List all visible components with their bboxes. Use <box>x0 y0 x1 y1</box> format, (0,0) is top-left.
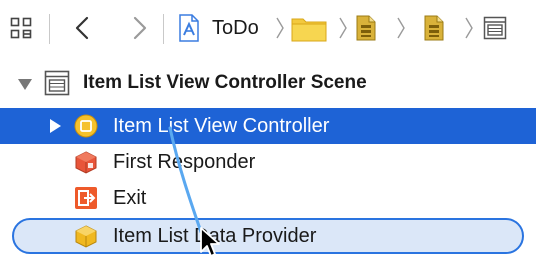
scene-icon <box>44 70 70 96</box>
chevron-left-icon[interactable] <box>68 11 96 45</box>
disclosure-triangle-collapsed-icon[interactable] <box>47 118 63 134</box>
outline-item-label: Exit <box>113 187 147 209</box>
disclosure-triangle-expanded-icon[interactable] <box>17 76 33 92</box>
view-controller-icon <box>74 114 98 138</box>
toolbar-divider <box>49 14 50 44</box>
breadcrumb-chevron-icon <box>462 11 476 45</box>
outline-item-view-controller[interactable]: Item List View Controller <box>0 108 536 144</box>
breadcrumb-chevron-icon <box>394 11 408 45</box>
outline-item-label: First Responder <box>113 151 256 173</box>
breadcrumb-chevron-icon <box>336 11 350 45</box>
storyboard-file-icon[interactable] <box>423 11 445 45</box>
outline-item-data-provider[interactable]: Item List Data Provider <box>0 218 536 254</box>
object-cube-icon <box>74 224 98 248</box>
breadcrumb-chevron-icon <box>273 11 287 45</box>
exit-icon <box>74 186 98 210</box>
mouse-pointer-icon <box>199 226 223 260</box>
toolbar-divider <box>163 14 164 44</box>
outline-item-exit[interactable]: Exit <box>0 180 536 216</box>
chevron-right-icon[interactable] <box>126 11 154 45</box>
scene-icon[interactable] <box>482 11 508 45</box>
project-file-icon[interactable] <box>176 11 202 45</box>
storyboard-file-icon[interactable] <box>355 11 377 45</box>
outline-scene-row[interactable]: Item List View Controller Scene <box>0 66 536 100</box>
scene-title: Item List View Controller Scene <box>83 72 367 93</box>
breadcrumb-project-label[interactable]: ToDo <box>212 14 259 42</box>
xcode-document-outline: ToDo Item List View Controller Scene Ite… <box>0 0 536 262</box>
folder-icon[interactable] <box>290 11 328 45</box>
related-items-grid-icon[interactable] <box>8 11 34 45</box>
first-responder-cube-icon <box>74 150 98 174</box>
outline-item-first-responder[interactable]: First Responder <box>0 144 536 180</box>
jump-bar: ToDo <box>0 0 536 58</box>
outline-item-label: Item List View Controller <box>113 115 330 137</box>
